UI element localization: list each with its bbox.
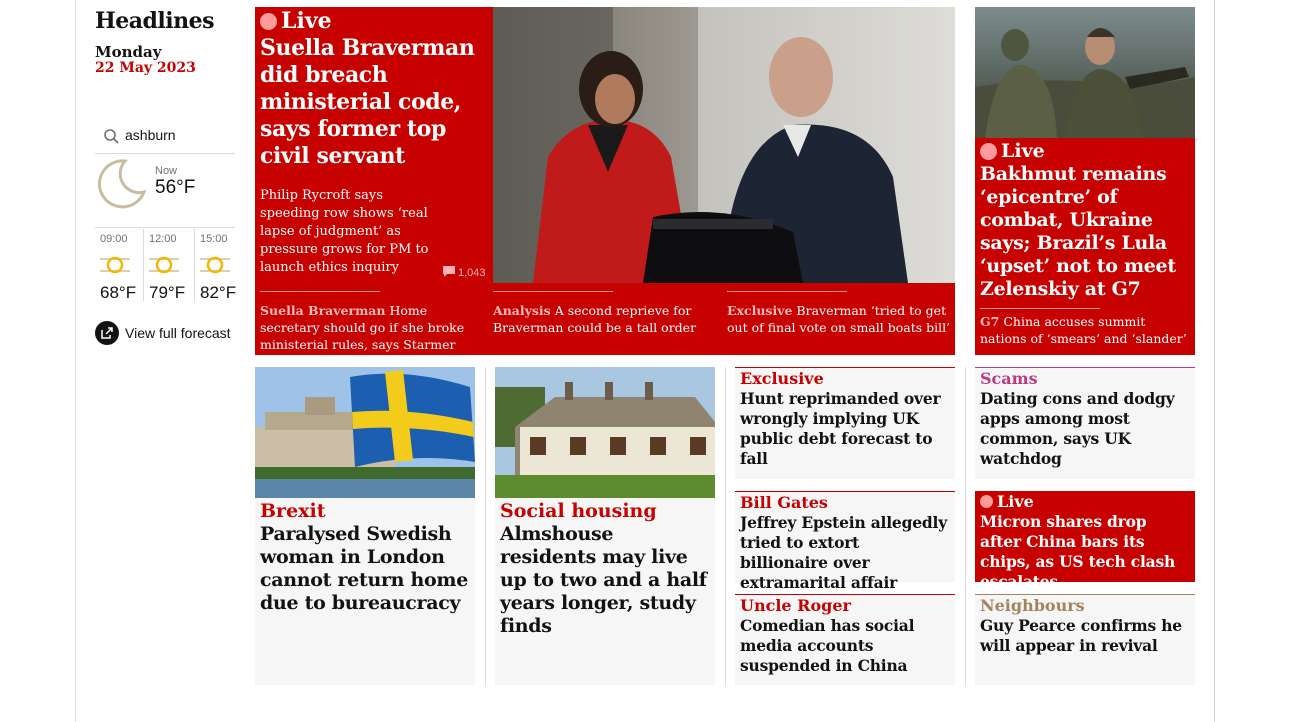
live-dot-icon — [980, 495, 993, 508]
braverman-photo — [493, 7, 955, 283]
card-kicker: Bill Gates — [740, 493, 828, 512]
hour-temperature: 79°F — [149, 283, 186, 302]
sun-icon — [100, 253, 130, 281]
card-kicker: Live — [980, 492, 1034, 511]
weather-location[interactable]: ashburn — [95, 124, 235, 154]
live-label: Live — [260, 8, 332, 34]
moon-icon — [95, 158, 147, 214]
hunt-card[interactable]: Exclusive Hunt reprimanded over wrongly … — [735, 367, 955, 479]
divider — [980, 308, 1100, 309]
card-headline[interactable]: Hunt reprimanded over wrongly implying U… — [740, 389, 950, 469]
card-kicker: Exclusive — [740, 369, 824, 388]
live-dot-icon — [260, 12, 277, 30]
hourly-item: 15:00 82°F — [194, 229, 246, 302]
sun-icon — [200, 253, 230, 281]
social-housing-card[interactable]: Social housing Almshouse residents may l… — [495, 367, 715, 685]
almshouse-photo — [495, 367, 715, 498]
hour-time: 15:00 — [200, 233, 228, 245]
sun-icon — [149, 253, 179, 281]
hero-headline[interactable]: Suella Braverman did breach ministerial … — [260, 35, 490, 170]
card-kicker: Uncle Roger — [740, 596, 851, 615]
bill-gates-card[interactable]: Bill Gates Jeffrey Epstein allegedly tri… — [735, 491, 955, 592]
section-title: Headlines — [95, 8, 215, 34]
date: 22 May 2023 — [95, 60, 196, 76]
brexit-card[interactable]: Brexit Paralysed Swedish woman in London… — [255, 367, 475, 685]
card-kicker: Social housing — [500, 500, 657, 522]
card-headline[interactable]: Guy Pearce confirms he will appear in re… — [980, 616, 1190, 656]
hourly-item: 09:00 68°F — [95, 229, 147, 302]
card-kicker: Scams — [980, 369, 1038, 388]
card-headline[interactable]: Almshouse residents may live up to two a… — [500, 523, 710, 638]
ukraine-live-card[interactable]: Live Bakhmut remains ‘epicentre’ of comb… — [975, 7, 1195, 355]
card-headline[interactable]: Dating cons and dodgy apps among most co… — [980, 389, 1190, 469]
divider — [260, 291, 380, 292]
ukraine-headline[interactable]: Bakhmut remains ‘epicentre’ of combat, U… — [980, 163, 1190, 301]
card-kicker: Brexit — [260, 500, 326, 522]
divider — [493, 291, 613, 292]
card-headline[interactable]: Micron shares drop after China bars its … — [980, 512, 1190, 592]
sweden-flag-photo — [255, 367, 475, 498]
micron-live-card[interactable]: Live Micron shares drop after China bars… — [975, 491, 1195, 591]
hour-time: 12:00 — [149, 233, 177, 245]
comment-icon — [443, 266, 455, 280]
comment-count[interactable]: 1,043 — [443, 266, 486, 280]
hero-card[interactable]: Live Suella Braverman did breach ministe… — [255, 7, 955, 355]
hourly-item: 12:00 79°F — [143, 229, 195, 302]
neighbours-card[interactable]: Neighbours Guy Pearce confirms he will a… — [975, 594, 1195, 685]
soldiers-photo — [975, 7, 1195, 138]
location-text: ashburn — [125, 127, 176, 143]
uncle-roger-card[interactable]: Uncle Roger Comedian has social media ac… — [735, 594, 955, 685]
live-label: Live — [980, 140, 1045, 162]
forecast-link-label: View full forecast — [125, 325, 231, 341]
search-icon — [103, 128, 120, 149]
divider — [727, 291, 847, 292]
live-dot-icon — [980, 142, 997, 160]
hour-temperature: 82°F — [200, 283, 237, 302]
card-headline[interactable]: Paralysed Swedish woman in London cannot… — [260, 523, 470, 615]
column-divider — [725, 367, 726, 685]
weekday: Monday — [95, 43, 162, 61]
scams-card[interactable]: Scams Dating cons and dodgy apps among m… — [975, 367, 1195, 479]
now-temperature: 56°F — [155, 177, 196, 198]
column-divider — [485, 367, 486, 685]
sublink[interactable]: G7 China accuses summit nations of ‘smea… — [980, 313, 1190, 347]
card-headline[interactable]: Jeffrey Epstein allegedly tried to extor… — [740, 513, 950, 593]
card-kicker: Neighbours — [980, 596, 1085, 615]
hour-time: 09:00 — [100, 233, 128, 245]
weather-now: Now 56°F — [95, 158, 235, 228]
external-link-icon — [95, 321, 119, 345]
hero-standfirst: Philip Rycroft says speeding row shows ‘… — [260, 188, 429, 275]
view-forecast-link[interactable]: View full forecast — [95, 321, 231, 345]
hourly-forecast: 09:00 68°F 12:00 79°F 15:00 82°F — [95, 229, 246, 302]
column-divider — [965, 367, 966, 685]
now-label: Now — [155, 165, 178, 177]
hour-temperature: 68°F — [100, 283, 137, 302]
card-headline[interactable]: Comedian has social media accounts suspe… — [740, 616, 950, 676]
